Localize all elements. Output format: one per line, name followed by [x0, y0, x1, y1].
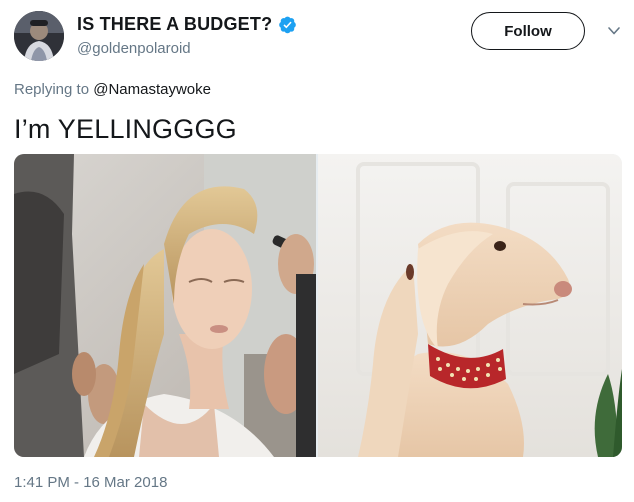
media-grid [14, 154, 622, 457]
chevron-down-icon[interactable] [606, 24, 622, 38]
tweet-timestamp[interactable]: 1:41 PM - 16 Mar 2018 [14, 474, 167, 491]
photo-woman-ponytail[interactable] [14, 154, 316, 457]
tweet-card: IS THERE A BUDGET? @goldenpolaroid Follo… [0, 0, 634, 502]
replying-to-label: Replying to [14, 81, 90, 98]
author-handle[interactable]: @goldenpolaroid [77, 40, 191, 57]
follow-button[interactable]: Follow [471, 12, 585, 50]
reply-mention-link[interactable]: @Namastaywoke [93, 81, 211, 98]
author-name-row[interactable]: IS THERE A BUDGET? [77, 11, 297, 37]
verified-badge-icon [278, 15, 297, 34]
author-display-name[interactable]: IS THERE A BUDGET? [77, 14, 272, 35]
avatar[interactable] [14, 11, 64, 61]
tweet-text: I’m YELLINGGGG [14, 114, 237, 144]
photo-dog-ponytail[interactable] [318, 154, 622, 457]
replying-to-line: Replying to @Namastaywoke [14, 81, 211, 98]
